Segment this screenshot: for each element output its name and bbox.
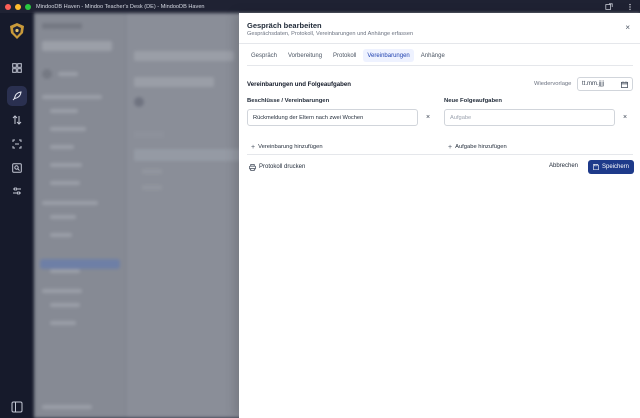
remove-task-icon[interactable]: × bbox=[623, 114, 627, 121]
sidebar-toggle-icon[interactable] bbox=[11, 400, 23, 413]
remove-agreement-icon[interactable]: × bbox=[426, 114, 430, 121]
close-window-button[interactable] bbox=[5, 3, 11, 10]
tab-gespraech[interactable]: Gespräch bbox=[247, 49, 281, 62]
search-db-icon bbox=[12, 163, 22, 173]
maximize-window-button[interactable] bbox=[25, 3, 31, 10]
rail-search-db-button[interactable] bbox=[7, 158, 27, 178]
close-icon[interactable]: × bbox=[625, 24, 630, 32]
tab-anhaenge[interactable]: Anhänge bbox=[417, 49, 449, 62]
icon-rail bbox=[0, 13, 34, 418]
panel-title: Gespräch bearbeiten bbox=[247, 21, 322, 30]
rail-swap-button[interactable] bbox=[7, 110, 27, 130]
scan-icon bbox=[12, 139, 22, 149]
print-protocol-button[interactable]: Protokoll drucken bbox=[249, 161, 305, 173]
tasks-label: Neue Folgeaufgaben bbox=[444, 98, 502, 104]
rail-scan-button[interactable] bbox=[7, 134, 27, 154]
tab-protokoll[interactable]: Protokoll bbox=[329, 49, 360, 62]
rail-dashboard-button[interactable] bbox=[7, 58, 27, 78]
add-task-label: Aufgabe hinzufügen bbox=[455, 144, 507, 150]
save-button[interactable]: Speichern bbox=[588, 160, 634, 174]
window-titlebar: MindooDB Haven - Mindoo Teacher's Desk (… bbox=[0, 0, 640, 13]
tab-vereinbarungen[interactable]: Vereinbarungen bbox=[363, 49, 414, 62]
rail-sliders-button[interactable] bbox=[7, 181, 27, 201]
plus-icon: + bbox=[448, 143, 453, 151]
date-placeholder: tt.mm.jjjj bbox=[582, 81, 604, 87]
task-input[interactable]: Aufgabe bbox=[444, 109, 615, 126]
calendar-icon[interactable] bbox=[621, 81, 628, 88]
dashboard-icon bbox=[12, 63, 22, 73]
wiedervorlage-label: Wiedervorlage bbox=[534, 81, 572, 87]
app-logo bbox=[10, 23, 24, 39]
rail-rocket-button[interactable] bbox=[7, 86, 27, 106]
save-label: Speichern bbox=[601, 164, 630, 170]
section-title: Vereinbarungen und Folgeaufgaben bbox=[247, 81, 351, 88]
save-icon bbox=[593, 164, 599, 170]
window-controls bbox=[5, 3, 31, 10]
minimize-window-button[interactable] bbox=[15, 3, 21, 10]
cancel-button[interactable]: Abbrechen bbox=[549, 163, 578, 169]
printer-icon bbox=[249, 163, 256, 171]
titlebar-actions bbox=[604, 2, 634, 11]
agreements-label: Beschlüsse / Vereinbarungen bbox=[247, 98, 330, 104]
window-title: MindooDB Haven - Mindoo Teacher's Desk (… bbox=[36, 3, 205, 10]
tabs-divider bbox=[247, 65, 633, 66]
sliders-icon bbox=[13, 187, 21, 195]
add-agreement-label: Vereinbarung hinzufügen bbox=[258, 144, 323, 150]
tab-vorbereitung[interactable]: Vorbereitung bbox=[284, 49, 326, 62]
edit-conversation-panel: Gespräch bearbeiten Gesprächsdaten, Prot… bbox=[239, 13, 640, 418]
background-sidebar bbox=[34, 13, 126, 418]
footer-divider bbox=[247, 154, 633, 155]
print-protocol-label: Protokoll drucken bbox=[259, 164, 306, 170]
agreement-input[interactable]: Rückmeldung der Eltern nach zwei Wochen bbox=[247, 109, 418, 126]
panel-subtitle: Gesprächsdaten, Protokoll, Vereinbarunge… bbox=[247, 31, 414, 37]
plus-icon: + bbox=[251, 143, 256, 151]
rocket-icon bbox=[12, 91, 22, 101]
tab-bar: Gespräch Vorbereitung Protokoll Vereinba… bbox=[247, 49, 449, 62]
wiedervorlage-date-input[interactable]: tt.mm.jjjj bbox=[577, 77, 633, 91]
header-divider bbox=[239, 43, 640, 44]
add-agreement-button[interactable]: + Vereinbarung hinzufügen bbox=[251, 141, 323, 153]
add-task-button[interactable]: + Aufgabe hinzufügen bbox=[448, 141, 507, 153]
external-window-icon[interactable] bbox=[604, 2, 613, 11]
more-vertical-icon[interactable] bbox=[625, 2, 634, 11]
swap-icon bbox=[12, 115, 22, 125]
